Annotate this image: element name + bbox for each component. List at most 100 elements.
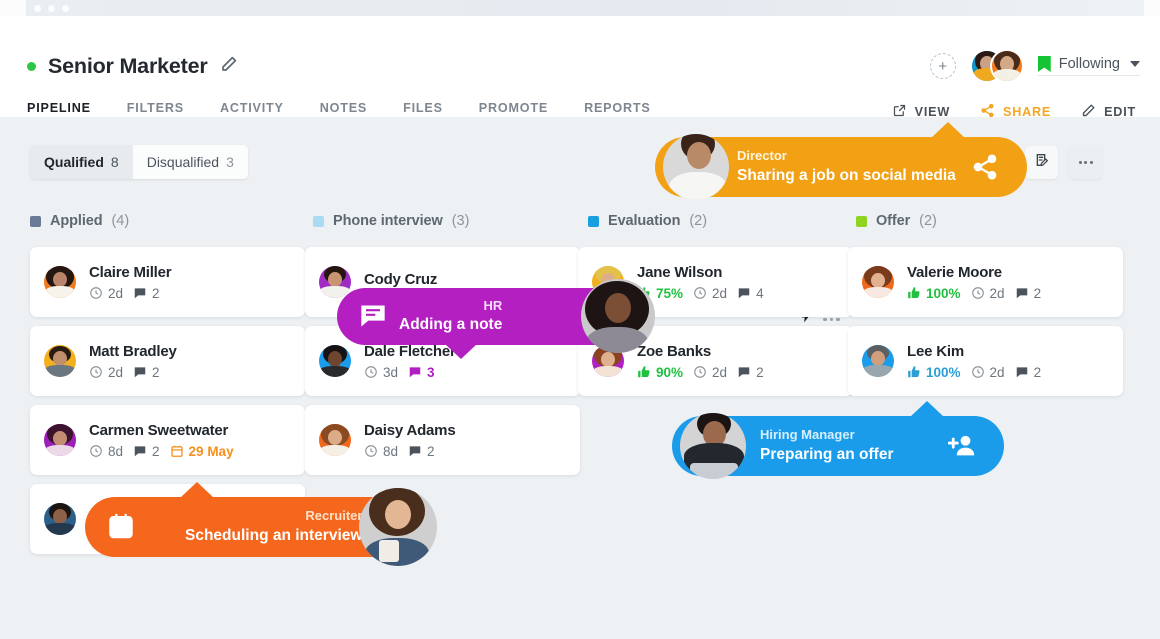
window-dot-maximize[interactable] xyxy=(62,5,69,12)
comment-icon xyxy=(409,446,421,457)
candidate-name: Daisy Adams xyxy=(364,421,456,439)
tooltip-recruiter[interactable]: Recruiter Scheduling an interview xyxy=(85,482,437,566)
filter-qualified-label: Qualified xyxy=(44,154,104,170)
job-status-dot xyxy=(27,62,36,71)
tooltip-pointer xyxy=(445,344,477,359)
candidate-meta: 90% 2d 2 xyxy=(637,365,768,380)
comments-value: 4 xyxy=(756,285,764,301)
header-right-cluster: + Following xyxy=(929,49,1140,83)
share-icon xyxy=(971,153,999,181)
window-dot-minimize[interactable] xyxy=(48,5,55,12)
note-icon xyxy=(359,302,387,330)
tooltip-person-photo xyxy=(359,488,437,566)
clock-icon xyxy=(90,366,102,378)
chevron-down-icon xyxy=(1130,61,1140,67)
following-dropdown[interactable]: Following xyxy=(1037,56,1140,76)
titlebar-left-cap xyxy=(0,0,26,16)
team-avatars[interactable] xyxy=(969,49,1024,83)
days-value: 8d xyxy=(383,443,399,459)
clock-icon xyxy=(971,366,984,378)
candidate-meta: 75% 2d 4 xyxy=(637,286,768,301)
avatar xyxy=(319,424,351,456)
score-group: 100% xyxy=(907,286,961,301)
candidate-meta: 2d 2 xyxy=(89,365,177,380)
candidate-card[interactable]: Claire Miller 2d 2 xyxy=(30,247,305,317)
days-value: 2d xyxy=(712,364,728,380)
score-value: 100% xyxy=(926,285,961,301)
title-row: Senior Marketer xyxy=(27,54,238,79)
board-more-button[interactable] xyxy=(1069,146,1102,179)
days-group: 2d xyxy=(693,286,727,301)
comments-value: 3 xyxy=(427,364,435,380)
candidate-card[interactable]: Matt Bradley 2d 2 xyxy=(30,326,305,396)
more-horizontal-icon xyxy=(1078,161,1093,164)
clock-icon xyxy=(694,366,706,378)
filter-qualified[interactable]: Qualified 8 xyxy=(30,145,133,179)
candidate-meta: 2d 2 xyxy=(89,286,171,301)
candidate-card[interactable]: Valerie Moore 100% 2d 2 xyxy=(848,247,1123,317)
filter-disqualified[interactable]: Disqualified 3 xyxy=(132,145,248,179)
candidate-meta: 100% 2d 2 xyxy=(907,365,1045,380)
column-header-phone-interview: Phone interview (3) xyxy=(313,213,469,229)
candidate-name: Carmen Sweetwater xyxy=(89,421,229,439)
tooltip-person-photo xyxy=(680,413,746,479)
days-group: 2d xyxy=(971,365,1005,380)
days-value: 2d xyxy=(108,285,124,301)
comments-group: 2 xyxy=(737,365,764,380)
titlebar-right-cap xyxy=(1144,0,1160,16)
clock-icon xyxy=(365,445,377,457)
clipboard-edit-icon xyxy=(1034,152,1050,173)
column-header-applied: Applied (4) xyxy=(30,213,129,229)
comment-icon xyxy=(1016,288,1027,299)
comments-group: 2 xyxy=(133,444,160,459)
candidate-meta: 8d 2 xyxy=(364,444,455,459)
comments-group: 2 xyxy=(1015,286,1041,301)
interview-date-group: 29 May xyxy=(170,444,234,459)
tooltip-pointer xyxy=(931,122,965,138)
candidate-card[interactable]: Carmen Sweetwater 8d 2 29 May xyxy=(30,405,305,475)
tooltip-role: Director xyxy=(737,148,787,164)
comments-value: 2 xyxy=(1033,364,1042,380)
window-control-dots[interactable] xyxy=(34,5,69,12)
app-window: Senior Marketer + Following PIPELINE FIL… xyxy=(0,0,1160,639)
score-group: 90% xyxy=(637,365,683,380)
tooltip-hiring-manager[interactable]: Hiring Manager Preparing an offer xyxy=(672,401,1004,479)
comments-value: 2 xyxy=(152,285,160,301)
column-phone-interview: Cody Cruz Dale Fletcher 3d 3 Daisy Adams… xyxy=(305,247,580,484)
candidate-name: Matt Bradley xyxy=(89,342,177,360)
column-color-swatch xyxy=(588,215,599,227)
avatar xyxy=(319,345,351,377)
comment-icon xyxy=(738,288,750,299)
tooltip-text: HR Adding a note xyxy=(399,297,502,337)
thumbs-up-icon xyxy=(908,366,920,378)
days-group: 8d xyxy=(364,444,398,459)
add-member-button[interactable]: + xyxy=(929,53,956,79)
days-group: 8d xyxy=(89,444,123,459)
candidate-card[interactable]: Lee Kim 100% 2d 2 xyxy=(848,326,1123,396)
following-label: Following xyxy=(1058,56,1120,72)
candidate-card[interactable]: Daisy Adams 8d 2 xyxy=(305,405,580,475)
candidate-meta: 100% 2d 2 xyxy=(907,286,1045,301)
score-value: 90% xyxy=(656,364,684,380)
column-name: Offer xyxy=(876,213,911,229)
tooltip-action: Preparing an offer xyxy=(760,445,894,463)
thumbs-up-icon xyxy=(908,287,920,299)
page-header: Senior Marketer + Following PIPELINE FIL… xyxy=(0,16,1160,127)
page-title: Senior Marketer xyxy=(48,54,208,78)
tooltip-director[interactable]: Director Sharing a job on social media xyxy=(655,122,1027,200)
tooltip-pointer xyxy=(910,401,944,417)
tooltip-hr[interactable]: HR Adding a note xyxy=(337,279,655,359)
candidate-name: Claire Miller xyxy=(89,263,172,281)
filter-disqualified-label: Disqualified xyxy=(146,154,220,170)
tooltip-role: Hiring Manager xyxy=(760,427,855,443)
avatar xyxy=(44,266,76,298)
list-edit-button[interactable] xyxy=(1025,146,1058,179)
avatar[interactable] xyxy=(989,49,1024,83)
candidate-name: Cody Cruz xyxy=(364,271,438,288)
avatar xyxy=(319,266,351,298)
avatar xyxy=(44,345,76,377)
pencil-icon[interactable] xyxy=(220,55,238,78)
avatar xyxy=(44,503,76,535)
thumbs-up-icon xyxy=(638,366,650,378)
window-dot-close[interactable] xyxy=(34,5,41,12)
